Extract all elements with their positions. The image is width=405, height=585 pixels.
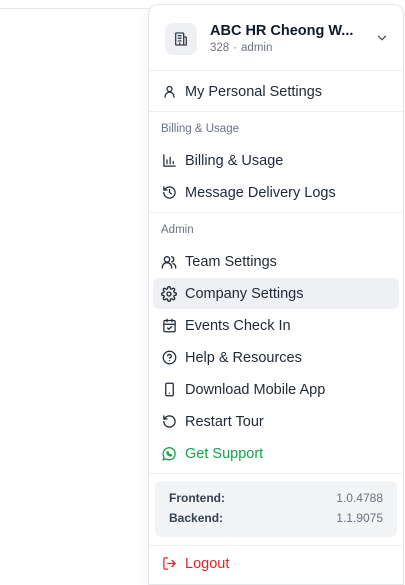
- menu-item-label: Events Check In: [185, 317, 291, 334]
- chevron-down-icon[interactable]: [375, 31, 389, 45]
- menu-item-download-mobile-app[interactable]: Download Mobile App: [153, 374, 399, 405]
- menu-item-label: My Personal Settings: [185, 83, 323, 100]
- help-circle-icon: [161, 350, 177, 366]
- menu-item-get-support[interactable]: Get Support: [153, 438, 399, 469]
- menu-item-label: Help & Resources: [185, 349, 302, 366]
- menu-item-label: Download Mobile App: [185, 381, 326, 398]
- organization-role: admin: [241, 42, 273, 54]
- whatsapp-icon: [161, 446, 177, 462]
- divider: [149, 212, 403, 213]
- divider: [149, 70, 403, 71]
- frontend-label: Frontend:: [169, 491, 225, 505]
- menu-item-label: Get Support: [185, 445, 264, 462]
- calendar-check-icon: [161, 318, 177, 334]
- menu-item-events-check-in[interactable]: Events Check In: [153, 310, 399, 341]
- account-dropdown-menu: ABC HR Cheong W... 328 · admin My Personal…: [148, 4, 404, 585]
- logout-icon: [161, 556, 177, 572]
- frontend-version: 1.0.4788: [336, 491, 383, 505]
- menu-item-label: Restart Tour: [185, 413, 264, 430]
- gear-icon: [161, 285, 177, 302]
- restart-icon: [161, 414, 177, 430]
- section-label-admin: Admin: [161, 224, 194, 236]
- organization-name: ABC HR Cheong W...: [210, 23, 354, 39]
- organization-switcher[interactable]: ABC HR Cheong W... 328 · admin: [149, 5, 403, 70]
- menu-item-message-delivery-logs[interactable]: Message Delivery Logs: [153, 177, 399, 208]
- menu-item-label: Message Delivery Logs: [185, 184, 336, 201]
- menu-item-help-resources[interactable]: Help & Resources: [153, 342, 399, 373]
- menu-item-billing-usage[interactable]: Billing & Usage: [153, 145, 399, 176]
- users-icon: [161, 254, 177, 270]
- background-divider: [0, 8, 150, 9]
- menu-item-team-settings[interactable]: Team Settings: [153, 246, 399, 277]
- section-label-billing: Billing & Usage: [161, 123, 239, 135]
- menu-item-logout[interactable]: Logout: [153, 548, 399, 579]
- organization-id: 328: [210, 42, 230, 54]
- divider: [149, 545, 403, 546]
- menu-item-label: Company Settings: [185, 285, 304, 302]
- menu-item-label: Logout: [185, 555, 230, 572]
- user-icon: [161, 84, 177, 100]
- backend-version: 1.1.9075: [336, 511, 383, 525]
- frontend-version-row: Frontend: 1.0.4788: [169, 491, 383, 509]
- meta-separator: ·: [233, 42, 238, 54]
- history-icon: [161, 185, 177, 201]
- organization-meta: 328 · admin: [210, 42, 272, 54]
- version-info: Frontend: 1.0.4788 Backend: 1.1.9075: [155, 481, 397, 537]
- smartphone-icon: [161, 382, 177, 398]
- backend-version-row: Backend: 1.1.9075: [169, 511, 383, 529]
- menu-item-label: Billing & Usage: [185, 152, 284, 169]
- building-icon: [165, 23, 197, 55]
- divider: [149, 111, 403, 112]
- menu-item-personal-settings[interactable]: My Personal Settings: [153, 76, 399, 107]
- divider: [149, 473, 403, 474]
- menu-item-label: Team Settings: [185, 253, 277, 270]
- backend-label: Backend:: [169, 511, 224, 525]
- menu-item-company-settings[interactable]: Company Settings: [153, 278, 399, 309]
- bar-chart-icon: [161, 153, 177, 169]
- menu-item-restart-tour[interactable]: Restart Tour: [153, 406, 399, 437]
